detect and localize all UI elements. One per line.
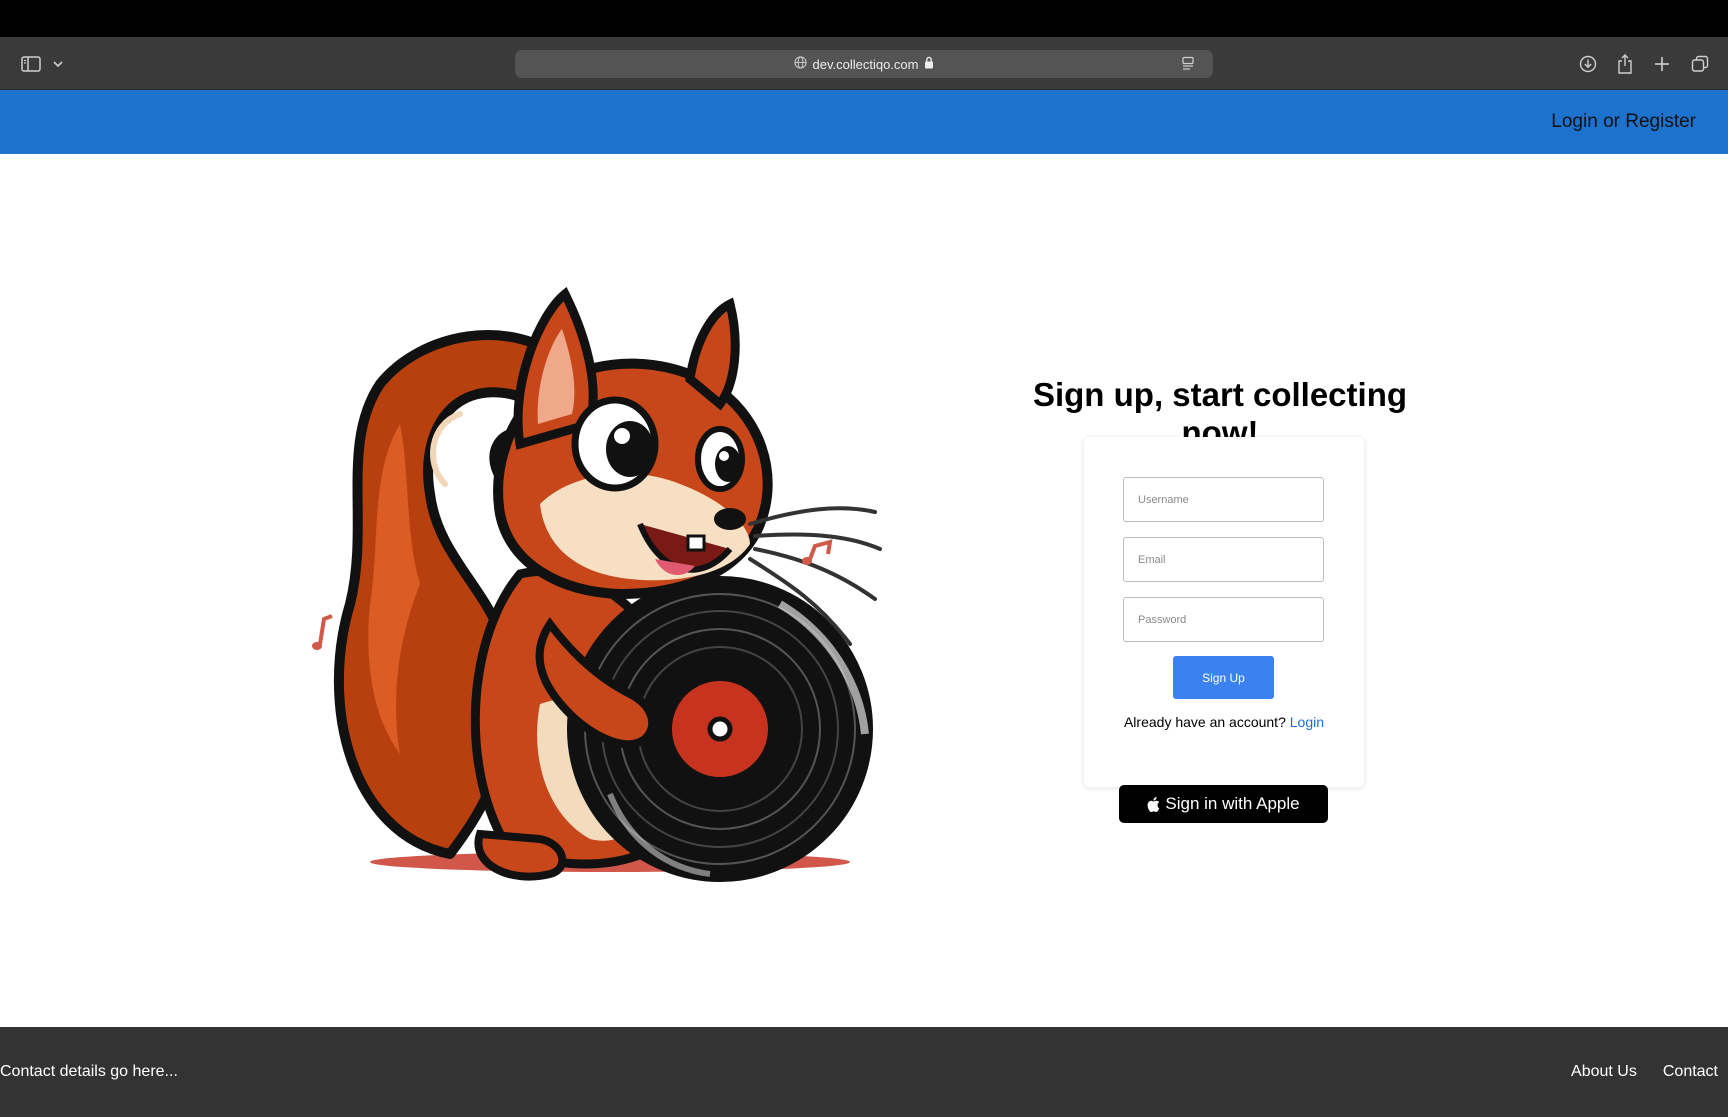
login-link[interactable]: Login <box>1290 714 1324 730</box>
footer-contact-link[interactable]: Contact <box>1663 1063 1718 1081</box>
username-field[interactable] <box>1123 477 1324 522</box>
globe-icon <box>793 56 807 72</box>
reader-icon[interactable] <box>1181 56 1195 74</box>
address-bar[interactable]: dev.collectiqo.com <box>515 50 1213 78</box>
sign-in-with-apple-button[interactable]: Sign in with Apple <box>1119 785 1328 823</box>
footer-about-us-link[interactable]: About Us <box>1571 1063 1637 1081</box>
already-account-text: Already have an account? <box>1123 714 1286 730</box>
signup-card: Sign Up Already have an account? Login <box>1084 437 1364 787</box>
tabs-icon[interactable] <box>1688 37 1712 90</box>
footer-contact-text: Contact details go here... <box>0 1063 178 1080</box>
main-content: Sign up, start collecting now! Sign Up A… <box>0 154 1728 1027</box>
apple-icon <box>1147 796 1160 812</box>
sign-up-button[interactable]: Sign Up <box>1173 656 1274 699</box>
site-navbar: Login or Register <box>0 90 1728 154</box>
url-text: dev.collectiqo.com <box>812 56 919 72</box>
password-field[interactable] <box>1123 597 1324 642</box>
footer-links: About Us Contact <box>1571 1063 1718 1081</box>
chevron-down-icon[interactable] <box>50 37 66 90</box>
plus-icon[interactable] <box>1650 37 1674 90</box>
share-icon[interactable] <box>1613 37 1637 90</box>
sidebar-icon[interactable] <box>18 37 44 90</box>
site-footer: Contact details go here... About Us Cont… <box>0 1027 1728 1117</box>
squirrel-mascot-illustration <box>312 287 882 882</box>
download-icon[interactable] <box>1576 37 1600 90</box>
lock-icon <box>924 56 934 72</box>
already-account-line: Already have an account? Login <box>1084 714 1364 730</box>
email-field[interactable] <box>1123 537 1324 582</box>
browser-toolbar: dev.collectiqo.com <box>0 37 1728 90</box>
apple-signin-label: Sign in with Apple <box>1165 794 1300 813</box>
login-register-link[interactable]: Login or Register <box>1551 90 1696 154</box>
screen-top-bar <box>0 0 1728 37</box>
